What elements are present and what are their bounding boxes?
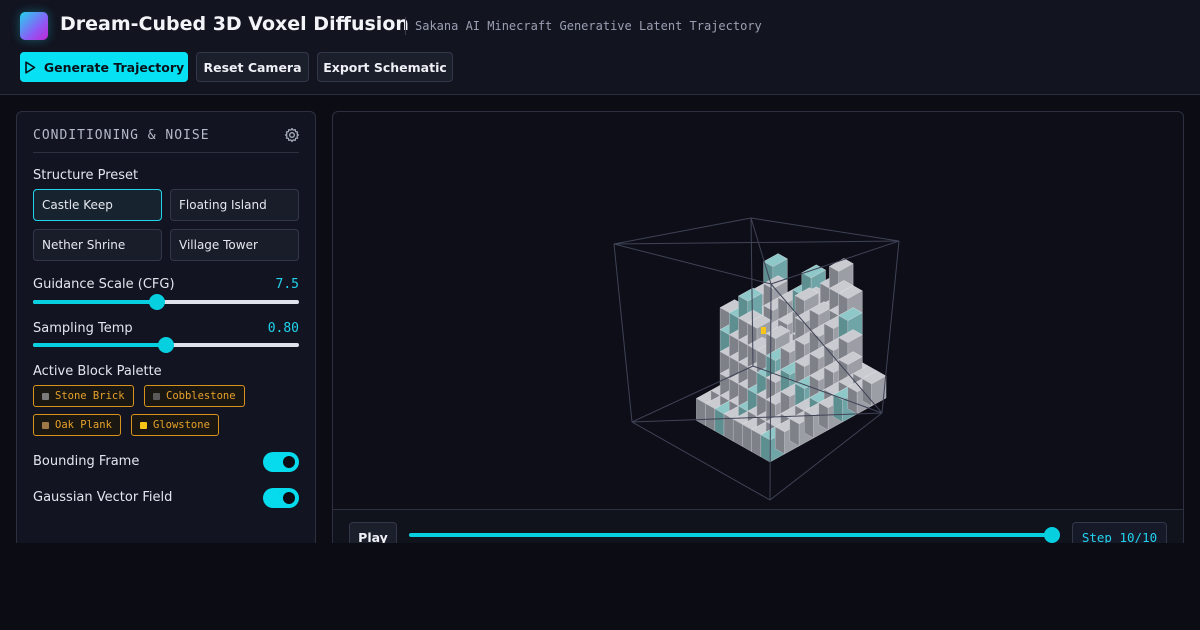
app-logo (20, 12, 48, 40)
glowstone-block (761, 327, 766, 334)
sampling-temp-label: Sampling Temp (33, 321, 133, 336)
chip-label: Oak Plank (55, 419, 112, 431)
app-title: Dream-Cubed 3D Voxel Diffusion (60, 13, 409, 35)
reset-camera-button[interactable]: Reset Camera (196, 52, 309, 82)
panel-title: CONDITIONING & NOISE (33, 128, 210, 143)
preset-nether-shrine[interactable]: Nether Shrine (33, 229, 162, 261)
chip-label: Cobblestone (166, 390, 236, 402)
bounding-frame-edge (613, 240, 900, 245)
chip-oak-plank[interactable]: Oak Plank (33, 414, 121, 436)
vector-field-toggle[interactable] (263, 488, 299, 508)
bounding-frame-edge (750, 217, 900, 242)
preset-floating-island[interactable]: Floating Island (170, 189, 299, 221)
bounding-frame-edge (881, 240, 900, 414)
generate-trajectory-label: Generate Trajectory (43, 59, 185, 75)
play-icon (25, 60, 36, 74)
swatch (153, 392, 160, 400)
block-palette-label: Active Block Palette (33, 364, 162, 379)
panel-divider (33, 152, 299, 153)
bounding-frame-toggle[interactable] (263, 452, 299, 472)
guidance-scale-label: Guidance Scale (CFG) (33, 277, 175, 292)
vector-field-label: Gaussian Vector Field (33, 490, 173, 505)
voxel-scene[interactable] (333, 112, 1184, 508)
slider-thumb[interactable] (158, 337, 174, 353)
chip-label: Glowstone (153, 419, 210, 431)
bounding-frame-edge (613, 217, 752, 245)
preset-castle-keep[interactable]: Castle Keep (33, 189, 162, 221)
app-header: Dream-Cubed 3D Voxel Diffusion Sakana AI… (0, 0, 1200, 95)
generate-trajectory-button[interactable]: Generate Trajectory (20, 52, 188, 82)
sampling-temp-value: 0.80 (267, 321, 299, 336)
page-bottom (0, 543, 1200, 630)
preset-village-tower[interactable]: Village Tower (170, 229, 299, 261)
bounding-frame-label: Bounding Frame (33, 454, 140, 469)
chip-label: Stone Brick (55, 390, 125, 402)
structure-preset-label: Structure Preset (33, 168, 139, 183)
bounding-frame-edge (750, 217, 772, 285)
swatch (42, 421, 49, 429)
bounding-frame-edge (613, 243, 772, 285)
conditioning-panel: CONDITIONING & NOISE Structure Preset Ca… (16, 111, 316, 551)
timeline-thumb[interactable] (1044, 527, 1060, 543)
slider-thumb[interactable] (149, 294, 166, 310)
guidance-scale-value: 7.5 (275, 277, 299, 292)
sampling-temp-slider[interactable] (33, 337, 299, 353)
bounding-frame-edge (613, 243, 633, 423)
gear-icon[interactable] (284, 127, 300, 143)
swatch (42, 392, 49, 400)
app-subtitle: Sakana AI Minecraft Generative Latent Tr… (405, 17, 762, 35)
timeline-progress (409, 533, 1052, 537)
export-schematic-button[interactable]: Export Schematic (317, 52, 453, 82)
swatch (140, 421, 147, 429)
chip-stone-brick[interactable]: Stone Brick (33, 385, 134, 407)
guidance-scale-slider[interactable] (33, 294, 299, 310)
chip-glowstone[interactable]: Glowstone (131, 414, 219, 436)
chip-cobblestone[interactable]: Cobblestone (144, 385, 245, 407)
timeline-slider[interactable] (409, 527, 1060, 543)
voxel-viewport[interactable]: Play Step 10/10 (332, 111, 1184, 551)
